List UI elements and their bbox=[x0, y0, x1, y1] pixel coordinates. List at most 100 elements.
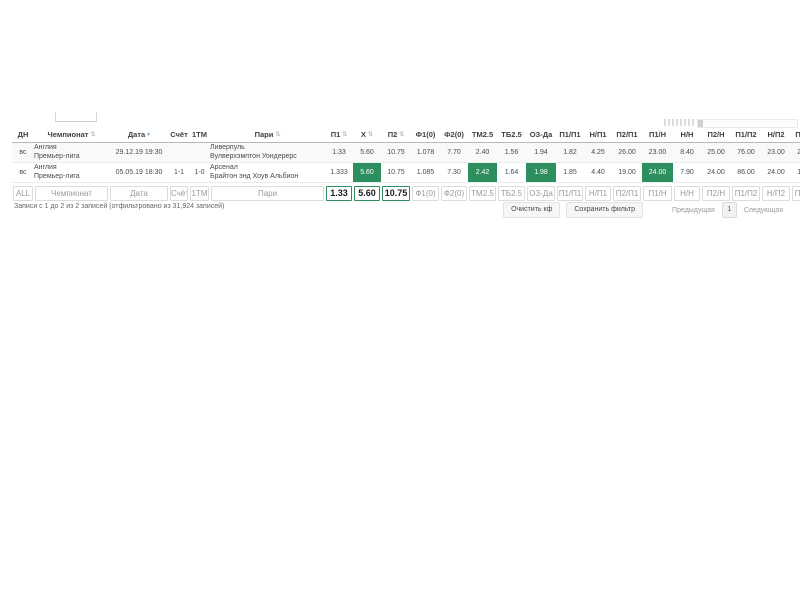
column-header-label: Ф2(0) bbox=[444, 130, 464, 139]
filter-input-p2p2[interactable]: П2/П2 bbox=[792, 185, 800, 201]
column-header-label: П2 bbox=[387, 130, 398, 139]
filter-input-score[interactable]: Счёт bbox=[170, 185, 188, 201]
sort-desc-icon[interactable]: ▾ bbox=[147, 132, 150, 138]
column-header-pari[interactable]: Пари ⇅ bbox=[210, 128, 325, 143]
column-header-label: X bbox=[360, 130, 366, 139]
championship-country: Англия bbox=[34, 144, 57, 151]
cell-odd-p2p2: 20.00 bbox=[791, 142, 800, 163]
sort-toggle-icon[interactable]: ⇅ bbox=[342, 132, 347, 138]
cell-odd-p2n: 24.00 bbox=[701, 162, 731, 183]
pagination-page-1[interactable]: 1 bbox=[721, 202, 737, 218]
column-header-label: ДН bbox=[17, 130, 29, 139]
filter-cell-np2: Н/П2 bbox=[761, 182, 791, 203]
filter-input-p2p1[interactable]: П2/П1 bbox=[613, 185, 641, 201]
filter-cell-f20: Ф2(0) bbox=[440, 182, 468, 203]
filter-input-p2n[interactable]: П2/Н bbox=[702, 185, 730, 201]
cell-odd-np1: 4.40 bbox=[584, 162, 612, 183]
column-header-p1n: П1/Н bbox=[642, 128, 673, 143]
filter-cell-f10: Ф1(0) bbox=[411, 182, 440, 203]
column-header-tb25: ТБ2.5 bbox=[497, 128, 526, 143]
column-header-label: Чемпионат bbox=[47, 130, 89, 139]
filter-cell-score1: 1ТМ bbox=[189, 182, 210, 203]
filter-cell-pari: Пари bbox=[210, 182, 325, 203]
filter-input-p1p2[interactable]: П1/П2 bbox=[732, 185, 760, 201]
filter-input-ozda[interactable]: ОЗ-Да bbox=[527, 185, 555, 201]
column-header-label: 1ТМ bbox=[192, 130, 207, 139]
filter-input-np2[interactable]: Н/П2 bbox=[762, 185, 790, 201]
cell-odd-tm25: 2.40 bbox=[468, 142, 497, 163]
records-info-text: Записи с 1 до 2 из 2 записей (отфильтров… bbox=[14, 203, 225, 210]
app-root: ДН Чемпионат ⇅ Дата ▾ Счёт 1ТМ Пари ⇅ П1 ⇅ X ⇅ П2 ⇅ Ф1(… bbox=[0, 0, 800, 600]
filter-input-tb25[interactable]: ТБ2.5 bbox=[498, 185, 525, 201]
filter-input-dn[interactable]: ALL bbox=[13, 185, 33, 201]
cell-odd-ozda: 1.94 bbox=[526, 142, 556, 163]
filter-input-pari[interactable]: Пари bbox=[211, 185, 324, 201]
column-header-score: Счёт bbox=[169, 128, 189, 143]
cell-odd-p2p1: 19.00 bbox=[612, 162, 642, 183]
column-filter-row: ALL Чемпионат Дата Счёт 1ТМ Пари 1.33 5.60 10.75… bbox=[12, 182, 800, 203]
cell-odd-f10: 1.078 bbox=[411, 142, 440, 163]
cell-odd-nn: 7.90 bbox=[673, 162, 701, 183]
table-header-row: ДН Чемпионат ⇅ Дата ▾ Счёт 1ТМ Пари ⇅ П1 ⇅ X ⇅ П2 ⇅ Ф1(… bbox=[12, 128, 800, 143]
filter-cell-dn: ALL bbox=[12, 182, 34, 203]
cell-odd-p2: 10.75 bbox=[381, 142, 411, 163]
column-header-f20: Ф2(0) bbox=[440, 128, 468, 143]
sort-toggle-icon[interactable]: ⇅ bbox=[275, 132, 280, 138]
filter-cell-p2p2: П2/П2 bbox=[791, 182, 800, 203]
column-header-x[interactable]: X ⇅ bbox=[353, 128, 381, 143]
filter-cell-tm25: ТМ2.5 bbox=[468, 182, 497, 203]
filter-input-p1[interactable]: 1.33 bbox=[326, 185, 352, 201]
column-header-label: П2/П1 bbox=[616, 130, 638, 139]
scrollbar-thumb[interactable] bbox=[698, 120, 703, 127]
column-header-ozda: ОЗ-Да bbox=[526, 128, 556, 143]
filter-input-date[interactable]: Дата bbox=[110, 185, 168, 201]
team-away: Вулверхэмптон Уондерерс bbox=[210, 152, 297, 160]
column-header-label: Ф1(0) bbox=[415, 130, 436, 139]
sort-toggle-icon[interactable]: ⇅ bbox=[399, 132, 404, 138]
cell-odd-f20: 7.70 bbox=[440, 142, 468, 163]
column-header-label: Дата bbox=[127, 130, 146, 139]
cell-score-first-half: 1-0 bbox=[189, 162, 210, 183]
filter-cell-p2n: П2/Н bbox=[701, 182, 731, 203]
filter-input-champ[interactable]: Чемпионат bbox=[35, 185, 108, 201]
column-header-p1[interactable]: П1 ⇅ bbox=[325, 128, 353, 143]
pagination-next[interactable]: Следующая bbox=[737, 207, 790, 214]
cell-odd-p1p2: 86.00 bbox=[731, 162, 761, 183]
column-header-label: Пари bbox=[254, 130, 274, 139]
filter-input-p1n[interactable]: П1/Н bbox=[643, 185, 672, 201]
table-row[interactable]: вс Англия Премьер-лига 29.12.19 19:30 Ливерп… bbox=[12, 142, 800, 163]
column-header-date[interactable]: Дата ▾ bbox=[109, 128, 169, 143]
sort-toggle-icon[interactable]: ⇅ bbox=[90, 132, 95, 138]
filter-input-tm25[interactable]: ТМ2.5 bbox=[469, 185, 496, 201]
filter-cell-p2: 10.75 bbox=[381, 182, 411, 203]
filter-input-p2[interactable]: 10.75 bbox=[382, 185, 410, 201]
filter-input-f20[interactable]: Ф2(0) bbox=[441, 185, 467, 201]
filter-input-f10[interactable]: Ф1(0) bbox=[412, 185, 439, 201]
cell-odd-x: 5.60 bbox=[353, 142, 381, 163]
pagination: Предыдущая 1 Следующая bbox=[665, 202, 790, 218]
cell-odd-p1n: 24.00 bbox=[642, 162, 673, 183]
clear-filter-button[interactable]: Очистить кф bbox=[503, 202, 561, 218]
column-header-np1: Н/П1 bbox=[584, 128, 612, 143]
column-header-p2[interactable]: П2 ⇅ bbox=[381, 128, 411, 143]
filter-input-x[interactable]: 5.60 bbox=[354, 185, 380, 201]
save-filter-button[interactable]: Сохранить фильтр bbox=[566, 202, 644, 218]
column-header-nn: Н/Н bbox=[673, 128, 701, 143]
cell-odd-p1p2: 76.00 bbox=[731, 142, 761, 163]
filter-input-score1[interactable]: 1ТМ bbox=[190, 185, 209, 201]
filter-input-nn[interactable]: Н/Н bbox=[674, 185, 700, 201]
cell-odd-tb25: 1.64 bbox=[497, 162, 526, 183]
cell-championship: Англия Премьер-лига bbox=[34, 162, 109, 183]
column-header-champ[interactable]: Чемпионат ⇅ bbox=[34, 128, 109, 143]
championship-country: Англия bbox=[34, 164, 57, 171]
horizontal-scrollbar-top[interactable] bbox=[697, 119, 798, 128]
table-row[interactable]: вс Англия Премьер-лига 05.05.19 18:30 1-1 1-0… bbox=[12, 162, 800, 183]
cell-championship: Англия Премьер-лига bbox=[34, 142, 109, 163]
cell-day: вс bbox=[12, 162, 34, 183]
filter-input-p1p1[interactable]: П1/П1 bbox=[557, 185, 583, 201]
scrollbar-track-dashes bbox=[664, 119, 696, 126]
cell-odd-x: 5.60 bbox=[353, 162, 381, 183]
sort-toggle-icon[interactable]: ⇅ bbox=[368, 132, 373, 138]
pagination-previous[interactable]: Предыдущая bbox=[665, 207, 722, 214]
filter-input-np1[interactable]: Н/П1 bbox=[585, 185, 611, 201]
